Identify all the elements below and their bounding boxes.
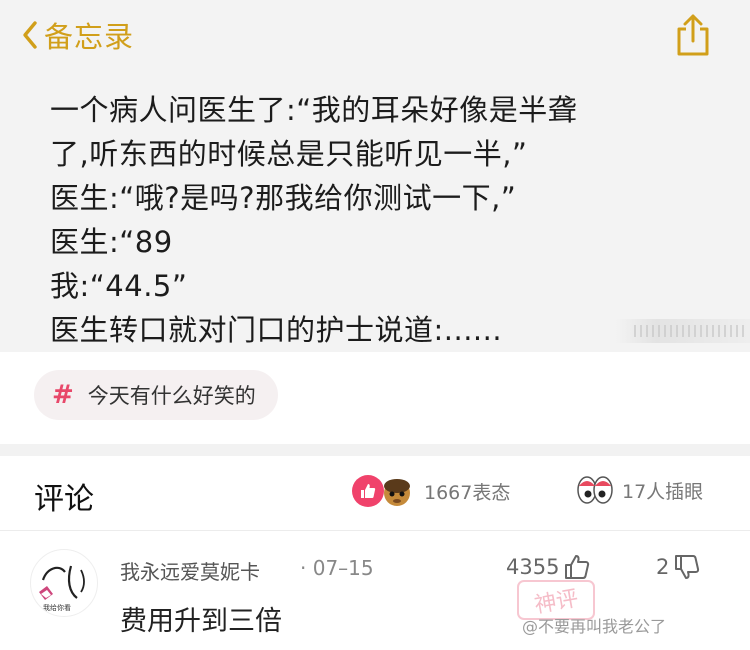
note-line: 一个病人问医生了:“我的耳朵好像是半聋	[50, 93, 578, 127]
comments-header: 评论 1667表态 17人插眼	[0, 456, 750, 531]
dog-emoji-icon	[384, 479, 410, 506]
avatar-image: 我给你看	[39, 565, 85, 612]
topic-tag[interactable]: # 今天有什么好笑的	[34, 370, 278, 420]
section-divider	[0, 444, 750, 456]
note-line: 我:“44.5”	[50, 269, 188, 303]
note-body: 一个病人问医生了:“我的耳朵好像是半聋 了,听东西的时候总是只能听见一半,” 医…	[50, 88, 740, 352]
notes-screenshot: 备忘录 一个病人问医生了:“我的耳朵好像是半聋 了,听东西的时候总是只能听见一半…	[0, 0, 750, 352]
note-line: 医生:“89	[50, 225, 173, 259]
text-fade-overlay	[616, 319, 750, 343]
comment-dislike-button[interactable]: 2	[656, 553, 701, 581]
notes-back-button[interactable]: 备忘录	[22, 14, 134, 56]
hashtag-icon: #	[52, 380, 74, 410]
reactions-count: 1667表态	[424, 481, 511, 504]
thumbs-down-outline-icon	[675, 555, 700, 579]
share-icon[interactable]	[672, 12, 714, 58]
watermark: @不要再叫我老公了	[522, 617, 667, 636]
eyes-icon	[577, 476, 613, 504]
note-line: 医生:“哦?是吗?那我给你测试一下,”	[50, 181, 517, 215]
avatar[interactable]: 我给你看	[30, 549, 98, 617]
chevron-left-icon	[23, 21, 37, 49]
topic-label: 今天有什么好笑的	[87, 384, 256, 408]
reactions-button[interactable]: 1667表态	[352, 474, 510, 508]
comments-title: 评论	[34, 482, 94, 517]
note-line: 了,听东西的时候总是只能听见一半,”	[50, 137, 528, 171]
comment-dislike-count: 2	[656, 555, 670, 579]
topic-area: # 今天有什么好笑的	[0, 352, 750, 444]
comment-text: 费用升到三倍	[120, 606, 282, 637]
avatar-caption: 我给你看	[43, 603, 71, 612]
notes-back-label: 备忘录	[44, 20, 135, 54]
eyes-button[interactable]: 17人插眼	[576, 474, 703, 506]
comment-date: · 07–15	[300, 556, 374, 580]
comment-username[interactable]: 我永远爱莫妮卡	[120, 556, 260, 585]
eyes-count: 17人插眼	[622, 480, 704, 503]
